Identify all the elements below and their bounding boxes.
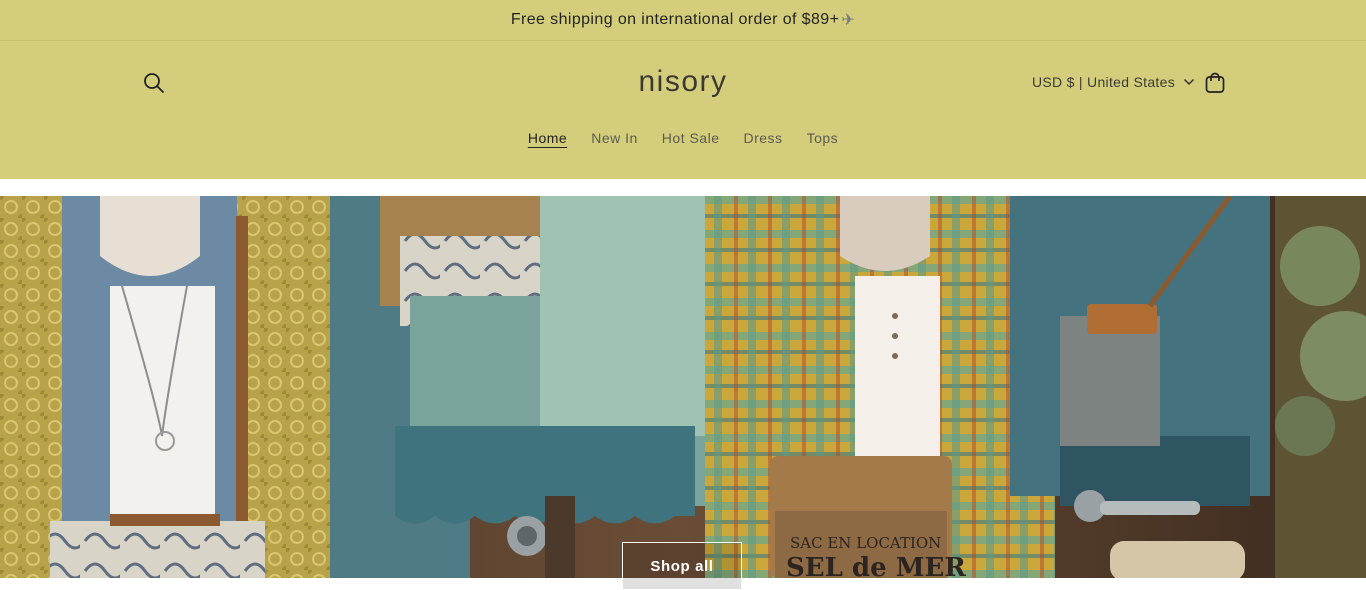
nav-item-home[interactable]: Home	[528, 130, 567, 148]
nav-item-tops[interactable]: Tops	[807, 130, 839, 148]
search-icon	[144, 73, 164, 93]
site-header: nisory USD $ | United States Home New In…	[0, 41, 1366, 179]
announcement-text: Free shipping on international order of …	[510, 11, 840, 28]
announcement-bar: Free shipping on international order of …	[0, 0, 1366, 41]
shop-all-button[interactable]: Shop all	[622, 542, 742, 590]
bag-text-line2: SEL de MER	[786, 553, 966, 578]
search-button[interactable]	[140, 69, 168, 97]
currency-selector[interactable]: USD $ | United States	[1032, 74, 1195, 90]
cart-button[interactable]	[1201, 69, 1229, 97]
site-logo[interactable]: nisory	[638, 65, 727, 98]
bag-text-line1: SAC EN LOCATION	[790, 534, 941, 552]
nav-item-hot-sale[interactable]: Hot Sale	[662, 130, 720, 148]
nav-item-dress[interactable]: Dress	[744, 130, 783, 148]
chevron-down-icon	[1183, 78, 1195, 86]
hero-image: SAC EN LOCATION SEL de MER	[0, 196, 1366, 578]
currency-label: USD $ | United States	[1032, 74, 1175, 90]
airplane-icon: ✈	[841, 12, 856, 29]
cart-icon	[1205, 72, 1225, 93]
nav-item-new-in[interactable]: New In	[591, 130, 638, 148]
hero-banner: SAC EN LOCATION SEL de MER	[0, 196, 1366, 578]
main-nav: Home New In Hot Sale Dress Tops	[0, 130, 1366, 148]
